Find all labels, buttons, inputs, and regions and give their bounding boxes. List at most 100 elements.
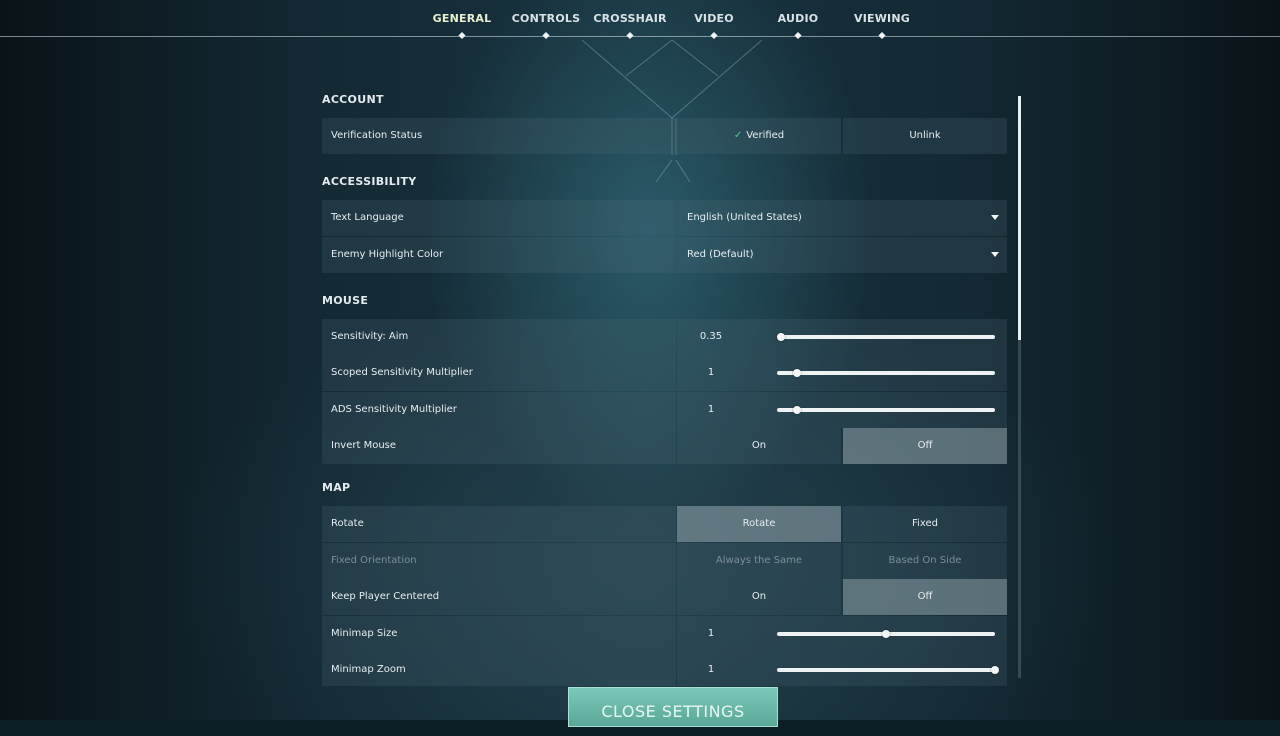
slider-handle[interactable] — [792, 405, 801, 414]
row-label-bg: Minimap Size — [322, 615, 676, 652]
slider-handle[interactable] — [882, 629, 890, 638]
invert-mouse-off-button[interactable]: Off — [843, 428, 1007, 464]
verified-status: ✓ Verified — [677, 118, 841, 154]
fixed-orientation-label: Fixed Orientation — [331, 554, 417, 566]
text-language-row: Text Language English (United States) — [322, 200, 1007, 236]
verification-status-label: Verification Status — [331, 130, 423, 141]
keep-player-centered-row: Keep Player Centered On Off — [322, 579, 1007, 615]
slider-handle[interactable] — [792, 369, 801, 377]
tab-marker-general — [458, 31, 466, 40]
section-account-title: ACCOUNT — [322, 93, 384, 106]
invert-mouse-row: Invert Mouse On Off — [322, 428, 1007, 464]
invert-mouse-control: On Off — [677, 428, 1007, 464]
tab-video[interactable]: VIDEO — [694, 12, 734, 25]
row-label-bg: Enemy Highlight Color — [322, 236, 676, 273]
scoped-multiplier-value[interactable]: 1 — [677, 355, 745, 391]
tab-crosshair[interactable]: CROSSHAIR — [593, 12, 666, 25]
row-label-bg: Verification Status — [322, 118, 676, 154]
verification-control: ✓ Verified Unlink — [677, 118, 1007, 154]
slider-handle[interactable] — [777, 332, 786, 341]
row-label-bg: Invert Mouse — [322, 428, 676, 464]
settings-scrollbar[interactable] — [1018, 96, 1021, 678]
ads-multiplier-label: ADS Sensitivity Multiplier — [331, 403, 457, 415]
keep-centered-on-button[interactable]: On — [677, 579, 841, 615]
section-accessibility-title: ACCESSIBILITY — [322, 175, 417, 188]
row-label-bg: Text Language — [322, 200, 676, 236]
text-language-dropdown[interactable]: English (United States) — [677, 200, 1007, 236]
caret-down-icon — [991, 215, 999, 220]
row-label-bg: Rotate — [322, 506, 676, 542]
tab-marker-audio — [794, 31, 802, 40]
minimap-zoom-value[interactable]: 1 — [677, 652, 745, 686]
minimap-size-value[interactable]: 1 — [677, 616, 745, 652]
minimap-zoom-label: Minimap Zoom — [331, 664, 406, 675]
text-language-control: English (United States) — [677, 200, 1007, 236]
verification-status-row: Verification Status ✓ Verified Unlink — [322, 118, 1007, 154]
tab-audio[interactable]: AUDIO — [778, 12, 819, 25]
rotate-label: Rotate — [331, 518, 364, 529]
fixed-option-button[interactable]: Fixed — [843, 506, 1007, 542]
tab-marker-video — [710, 31, 718, 40]
enemy-highlight-control: Red (Default) — [677, 236, 1007, 273]
caret-down-icon — [991, 251, 999, 257]
minimap-size-control: 1 — [677, 615, 1007, 652]
rotate-row: Rotate Rotate Fixed — [322, 506, 1007, 542]
sensitivity-aim-value[interactable]: 0.35 — [677, 319, 745, 355]
settings-panel: ACCOUNT Verification Status ✓ Verified Un… — [322, 86, 1007, 686]
section-mouse-title: MOUSE — [322, 293, 369, 307]
ads-multiplier-row: ADS Sensitivity Multiplier 1 — [322, 391, 1007, 428]
row-label-bg: Sensitivity: Aim — [322, 318, 676, 355]
tab-marker-crosshair — [626, 31, 634, 40]
sensitivity-aim-row: Sensitivity: Aim 0.35 — [322, 318, 1007, 355]
scoped-multiplier-row: Scoped Sensitivity Multiplier 1 — [322, 355, 1007, 391]
rotate-control: Rotate Fixed — [677, 506, 1007, 542]
minimap-size-slider[interactable] — [777, 629, 995, 638]
scrollbar-thumb[interactable] — [1018, 96, 1021, 340]
rotate-option-button[interactable]: Rotate — [677, 506, 841, 542]
tab-marker-viewing — [878, 31, 886, 40]
fixed-orientation-row: Fixed Orientation Always the Same Based … — [322, 542, 1007, 579]
minimap-zoom-row: Minimap Zoom 1 — [322, 652, 1007, 686]
enemy-highlight-label: Enemy Highlight Color — [331, 248, 444, 260]
close-settings-button[interactable]: CLOSE SETTINGS — [568, 687, 778, 727]
slider-handle[interactable] — [991, 666, 999, 674]
tab-general[interactable]: GENERAL — [433, 12, 492, 25]
fixed-orientation-control: Always the Same Based On Side — [677, 542, 1007, 579]
sensitivity-aim-control: 0.35 — [677, 318, 1007, 355]
minimap-size-label: Minimap Size — [331, 627, 398, 639]
row-label-bg: ADS Sensitivity Multiplier — [322, 391, 676, 428]
enemy-highlight-value: Red (Default) — [687, 248, 754, 260]
text-language-label: Text Language — [331, 212, 404, 223]
minimap-zoom-slider[interactable] — [777, 666, 999, 674]
sensitivity-aim-label: Sensitivity: Aim — [331, 330, 409, 342]
enemy-highlight-dropdown[interactable]: Red (Default) — [677, 236, 1007, 273]
scoped-multiplier-slider[interactable] — [777, 369, 995, 377]
row-label-bg: Fixed Orientation — [322, 542, 676, 579]
keep-player-centered-control: On Off — [677, 579, 1007, 615]
sensitivity-aim-slider[interactable] — [777, 332, 995, 341]
keep-centered-off-button[interactable]: Off — [843, 579, 1007, 615]
row-label-bg: Keep Player Centered — [322, 579, 676, 615]
section-map-title: MAP — [322, 481, 351, 494]
ads-multiplier-control: 1 — [677, 391, 1007, 428]
tab-viewing[interactable]: VIEWING — [854, 12, 910, 25]
ads-multiplier-value[interactable]: 1 — [677, 392, 745, 428]
invert-mouse-label: Invert Mouse — [331, 440, 397, 451]
top-navigation: GENERAL CONTROLS CROSSHAIR VIDEO AUDIO V… — [0, 0, 1280, 46]
scoped-multiplier-label: Scoped Sensitivity Multiplier — [331, 367, 473, 378]
ads-multiplier-slider[interactable] — [777, 405, 995, 414]
invert-mouse-on-button[interactable]: On — [677, 428, 841, 464]
minimap-size-row: Minimap Size 1 — [322, 615, 1007, 652]
enemy-highlight-row: Enemy Highlight Color Red (Default) — [322, 236, 1007, 273]
based-on-side-option: Based On Side — [843, 542, 1007, 579]
keep-player-centered-label: Keep Player Centered — [331, 591, 440, 602]
row-label-bg: Scoped Sensitivity Multiplier — [322, 355, 676, 391]
scoped-multiplier-control: 1 — [677, 355, 1007, 391]
nav-divider — [0, 36, 1280, 37]
unlink-button[interactable]: Unlink — [843, 118, 1007, 154]
always-same-option: Always the Same — [677, 542, 841, 579]
minimap-zoom-control: 1 — [677, 652, 1007, 686]
tab-marker-controls — [542, 31, 550, 40]
tab-controls[interactable]: CONTROLS — [512, 12, 581, 25]
checkmark-icon: ✓ — [733, 130, 743, 141]
